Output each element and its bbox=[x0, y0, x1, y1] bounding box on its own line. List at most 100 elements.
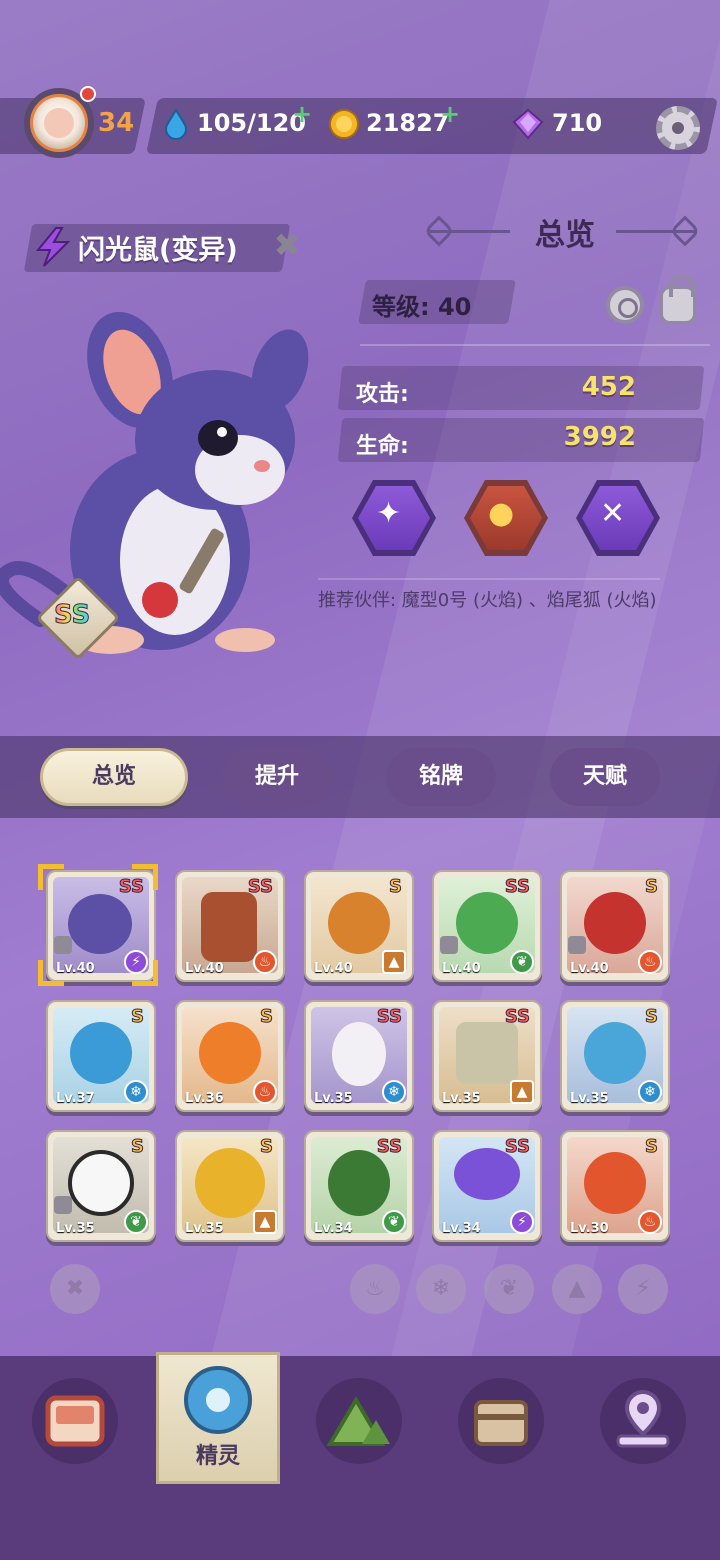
lightning-filter-icon[interactable]: ⚡ bbox=[618, 1264, 668, 1314]
fire-filter-icon[interactable]: ♨ bbox=[350, 1264, 400, 1314]
card-level: Lv.40 bbox=[314, 961, 353, 976]
ice-element-icon: ❄ bbox=[638, 1080, 662, 1104]
tab-upgrade[interactable]: 提升 bbox=[222, 748, 332, 806]
pet-card[interactable]: S Lv.35 ❄ bbox=[560, 1000, 670, 1112]
pet-card[interactable]: S Lv.35 ❦ bbox=[46, 1130, 156, 1242]
recommended-partners: 推荐伙伴: 魔型0号 (火焰) 、焰尾狐 (火焰) bbox=[318, 590, 657, 611]
card-level: Lv.35 bbox=[570, 1091, 609, 1106]
nav-inventory[interactable] bbox=[458, 1378, 544, 1464]
pet-card[interactable]: S Lv.36 ♨ bbox=[175, 1000, 285, 1112]
title-ornament-left bbox=[423, 215, 455, 247]
fire-element-icon: ♨ bbox=[253, 950, 277, 974]
tab-talent[interactable]: 天赋 bbox=[550, 748, 660, 806]
coin-value: 21827 bbox=[366, 109, 450, 137]
card-level: Lv.35 bbox=[56, 1221, 95, 1236]
tab-overview[interactable]: 总览 bbox=[40, 748, 188, 806]
tab-nameplate[interactable]: 铭牌 bbox=[386, 748, 496, 806]
pet-card[interactable]: SS Lv.40 ♨ bbox=[175, 870, 285, 982]
pet-level: 等级: 40 bbox=[372, 293, 472, 321]
pet-card[interactable]: SS Lv.34 ⚡ bbox=[432, 1130, 542, 1242]
card-level: Lv.36 bbox=[185, 1091, 224, 1106]
lock-icon bbox=[440, 936, 458, 954]
selection-corner bbox=[132, 864, 158, 890]
nav-pets-label: 精灵 bbox=[195, 1444, 240, 1469]
card-grade: SS bbox=[376, 1136, 402, 1158]
card-level: Lv.35 bbox=[442, 1091, 481, 1106]
add-stamina-button[interactable]: + bbox=[292, 100, 312, 128]
lightning-element-icon bbox=[35, 227, 71, 267]
water-drop-icon bbox=[164, 108, 188, 140]
leaf-filter-icon[interactable]: ❦ bbox=[484, 1264, 534, 1314]
pet-card[interactable]: SS Lv.40 ❦ bbox=[432, 870, 542, 982]
grade-badge-text: SS bbox=[53, 600, 91, 631]
pet-card[interactable]: S Lv.40 ▲ bbox=[304, 870, 414, 982]
ice-element-icon: ❄ bbox=[382, 1080, 406, 1104]
lock-icon[interactable] bbox=[660, 275, 696, 324]
card-grade: S bbox=[260, 1006, 274, 1028]
aperture-pets-icon bbox=[184, 1366, 252, 1434]
chest-icon bbox=[474, 1400, 528, 1446]
pet-card[interactable]: S Lv.40 ♨ bbox=[560, 870, 670, 982]
add-coin-button[interactable]: + bbox=[440, 100, 460, 128]
card-grade: S bbox=[389, 876, 403, 898]
selection-corner bbox=[38, 864, 64, 890]
card-level: Lv.34 bbox=[442, 1221, 481, 1236]
card-grade: SS bbox=[376, 1006, 402, 1028]
nav-adventure[interactable] bbox=[316, 1378, 402, 1464]
view-icon[interactable] bbox=[606, 286, 644, 324]
player-level: 34 bbox=[98, 108, 135, 138]
lock-icon bbox=[54, 1196, 72, 1214]
card-grade: SS bbox=[504, 1006, 530, 1028]
attack-label: 攻击: bbox=[356, 382, 409, 407]
attack-value: 452 bbox=[581, 372, 636, 402]
ice-filter-icon[interactable]: ❄ bbox=[416, 1264, 466, 1314]
pet-card[interactable]: S Lv.30 ♨ bbox=[560, 1130, 670, 1242]
hp-label: 生命: bbox=[356, 434, 409, 459]
fire-element-icon: ♨ bbox=[253, 1080, 277, 1104]
lock-icon bbox=[568, 936, 586, 954]
settings-gear-icon[interactable] bbox=[656, 106, 700, 150]
selection-corner bbox=[132, 960, 158, 986]
hp-value: 3992 bbox=[563, 422, 636, 452]
selection-corner bbox=[38, 960, 64, 986]
earth-element-icon: ▲ bbox=[510, 1080, 534, 1104]
mountain-icon bbox=[326, 1396, 390, 1446]
card-grade: S bbox=[645, 876, 659, 898]
card-level: Lv.40 bbox=[570, 961, 609, 976]
pet-name: 闪光鼠(变异) bbox=[78, 235, 238, 266]
pet-card[interactable]: SS Lv.34 ❦ bbox=[304, 1130, 414, 1242]
clear-filter-icon[interactable]: ✖ bbox=[50, 1264, 100, 1314]
shuriken-skill-icon: ✦ bbox=[376, 496, 402, 531]
avatar-face bbox=[44, 108, 74, 138]
overview-title: 总览 bbox=[535, 218, 595, 253]
nav-shop[interactable] bbox=[32, 1378, 118, 1464]
card-grade: S bbox=[645, 1136, 659, 1158]
slash-skill-icon: ✕ bbox=[600, 496, 626, 531]
leaf-element-icon: ❦ bbox=[124, 1210, 148, 1234]
pet-card[interactable]: SS Lv.35 ❄ bbox=[304, 1000, 414, 1112]
lightning-element-icon: ⚡ bbox=[510, 1210, 534, 1234]
notification-dot bbox=[80, 86, 96, 102]
divider bbox=[360, 344, 710, 346]
pet-card[interactable]: S Lv.37 ❄ bbox=[46, 1000, 156, 1112]
card-grade: SS bbox=[504, 1136, 530, 1158]
coin-icon bbox=[329, 109, 359, 139]
close-icon[interactable]: ✖ bbox=[270, 228, 304, 262]
nav-map[interactable] bbox=[600, 1378, 686, 1464]
leaf-element-icon: ❦ bbox=[382, 1210, 406, 1234]
earth-element-icon: ▲ bbox=[253, 1210, 277, 1234]
pet-card[interactable]: S Lv.35 ▲ bbox=[175, 1130, 285, 1242]
fire-element-icon: ♨ bbox=[638, 950, 662, 974]
ice-element-icon: ❄ bbox=[124, 1080, 148, 1104]
card-grade: S bbox=[131, 1006, 145, 1028]
leaf-element-icon: ❦ bbox=[510, 950, 534, 974]
gem-value: 710 bbox=[552, 109, 603, 137]
console-icon bbox=[45, 1395, 105, 1447]
card-grade: SS bbox=[504, 876, 530, 898]
lock-icon bbox=[54, 936, 72, 954]
card-level: Lv.30 bbox=[570, 1221, 609, 1236]
fire-element-icon: ♨ bbox=[638, 1210, 662, 1234]
gem-icon bbox=[512, 108, 544, 140]
earth-filter-icon[interactable]: ▲ bbox=[552, 1264, 602, 1314]
pet-card[interactable]: SS Lv.35 ▲ bbox=[432, 1000, 542, 1112]
